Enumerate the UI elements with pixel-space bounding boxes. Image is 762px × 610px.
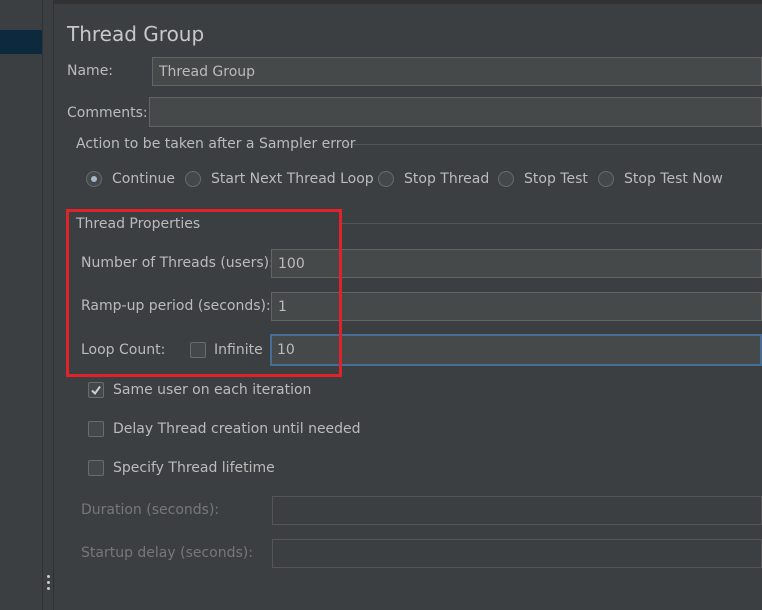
specify-lifetime-label[interactable]: Specify Thread lifetime: [113, 460, 275, 476]
rampup-input[interactable]: [271, 292, 762, 321]
comments-input[interactable]: [149, 97, 762, 127]
sampler-error-legend: Action to be taken after a Sampler error: [76, 136, 356, 152]
top-border: [54, 0, 762, 4]
jmeter-window: Thread Group Name: Comments: Action to b…: [0, 0, 762, 610]
thread-properties-legend: Thread Properties: [76, 216, 201, 232]
duration-label: Duration (seconds):: [81, 502, 220, 518]
startup-delay-input: [272, 539, 762, 568]
tree-selected-row[interactable]: [0, 30, 42, 54]
page-title: Thread Group: [67, 22, 205, 46]
same-user-label[interactable]: Same user on each iteration: [113, 382, 311, 398]
delay-creation-checkbox[interactable]: [88, 421, 104, 437]
rampup-label: Ramp-up period (seconds):: [81, 298, 271, 314]
infinite-checkbox[interactable]: [190, 342, 206, 358]
specify-lifetime-checkbox[interactable]: [88, 460, 104, 476]
same-user-checkbox[interactable]: [88, 382, 104, 398]
start-next-thread-loop-radio[interactable]: [185, 171, 201, 187]
group-border: [344, 144, 762, 145]
stop-test-radio[interactable]: [498, 171, 514, 187]
stop-thread-radio[interactable]: [378, 171, 394, 187]
stop-thread-label[interactable]: Stop Thread: [404, 171, 489, 187]
loop-count-input[interactable]: [270, 334, 762, 366]
stop-test-label[interactable]: Stop Test: [524, 171, 588, 187]
infinite-label[interactable]: Infinite: [214, 342, 263, 358]
loop-count-label: Loop Count:: [81, 342, 166, 358]
start-next-thread-loop-label[interactable]: Start Next Thread Loop: [211, 171, 374, 187]
continue-label[interactable]: Continue: [112, 171, 175, 187]
pane-splitter[interactable]: [42, 0, 54, 610]
checkmark-icon: [91, 385, 101, 396]
stop-test-now-radio[interactable]: [598, 171, 614, 187]
name-label: Name:: [67, 63, 114, 79]
group-border: [342, 223, 762, 224]
continue-radio[interactable]: [86, 171, 102, 187]
threads-input[interactable]: [271, 249, 762, 278]
delay-creation-label[interactable]: Delay Thread creation until needed: [113, 421, 361, 437]
threads-label: Number of Threads (users):: [81, 255, 274, 271]
test-plan-tree[interactable]: [0, 0, 42, 610]
duration-input: [272, 496, 762, 525]
name-input[interactable]: [152, 57, 762, 86]
comments-label: Comments:: [67, 105, 148, 121]
stop-test-now-label[interactable]: Stop Test Now: [624, 171, 723, 187]
splitter-grip-icon[interactable]: [47, 575, 50, 595]
startup-delay-label: Startup delay (seconds):: [81, 545, 253, 561]
